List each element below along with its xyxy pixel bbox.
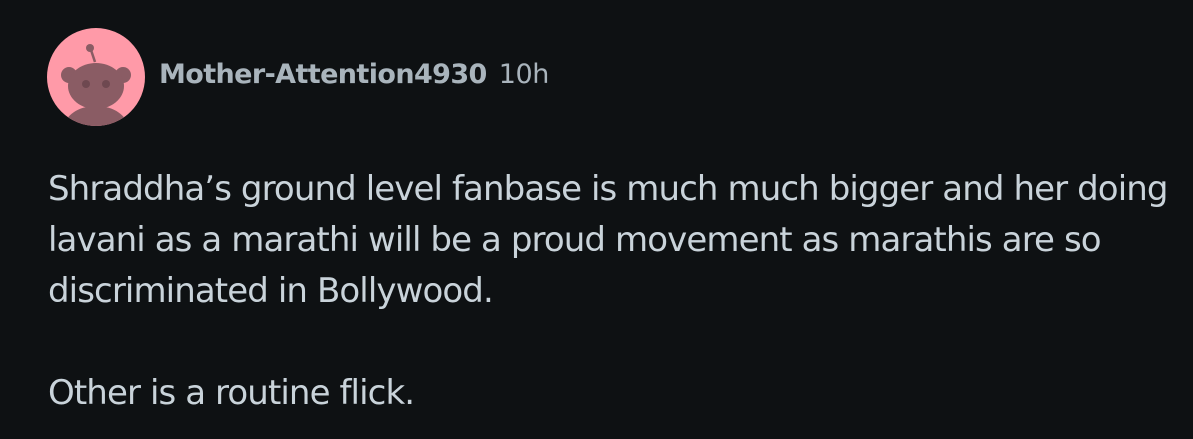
author-username[interactable]: Mother-Attention4930 [159,59,487,90]
comment-meta: Mother-Attention4930 10h [159,59,549,90]
snoo-avatar-icon [61,44,131,126]
comment-paragraph: Shraddha’s ground level fanbase is much … [48,169,1168,311]
comment-header: Mother-Attention4930 10h [47,28,549,126]
comment-body: Shraddha’s ground level fanbase is much … [48,164,1168,419]
comment: Mother-Attention4930 10h Shraddha’s grou… [0,0,1193,439]
avatar[interactable] [47,28,145,126]
comment-timestamp: 10h [498,58,550,90]
comment-paragraph: Other is a routine flick. [48,373,415,413]
